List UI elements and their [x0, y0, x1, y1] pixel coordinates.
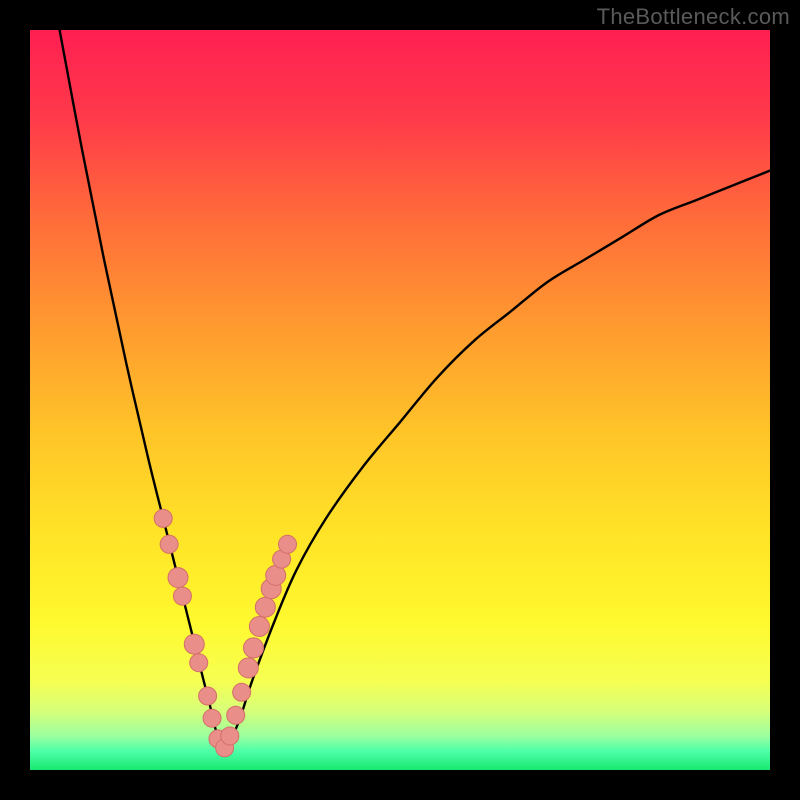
curve-marker	[238, 658, 258, 678]
plot-area	[30, 30, 770, 770]
bottleneck-curve	[60, 30, 770, 749]
curve-marker	[227, 706, 245, 724]
curve-layer	[30, 30, 770, 770]
curve-marker	[199, 687, 217, 705]
curve-marker	[184, 634, 204, 654]
curve-marker	[233, 683, 251, 701]
curve-marker	[255, 597, 275, 617]
curve-marker	[160, 535, 178, 553]
watermark-text: TheBottleneck.com	[597, 4, 790, 30]
chart-frame: TheBottleneck.com	[0, 0, 800, 800]
curve-marker	[243, 638, 263, 658]
curve-marker	[154, 509, 172, 527]
curve-marker	[190, 654, 208, 672]
curve-marker	[249, 616, 269, 636]
curve-markers	[154, 509, 296, 756]
curve-marker	[173, 587, 191, 605]
curve-marker	[221, 727, 239, 745]
curve-marker	[203, 709, 221, 727]
curve-marker	[279, 535, 297, 553]
curve-marker	[168, 568, 188, 588]
